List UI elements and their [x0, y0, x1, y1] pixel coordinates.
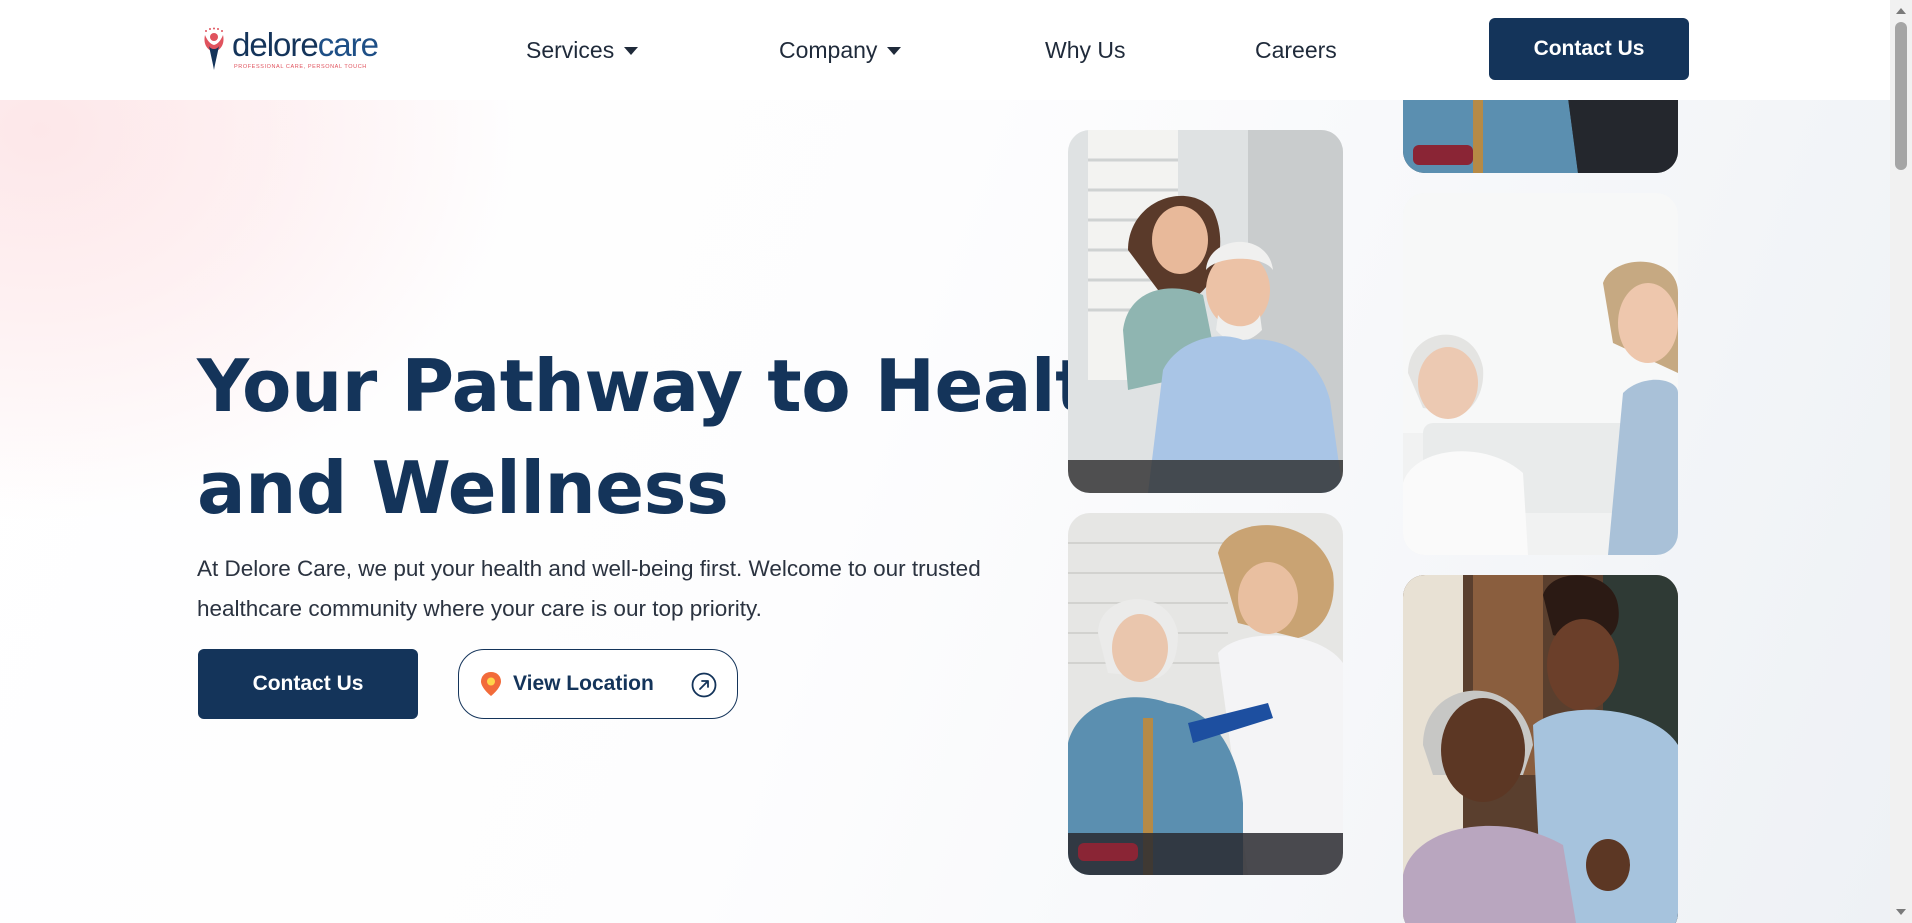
location-pin-icon: [481, 672, 501, 696]
logo-word-second: care: [317, 26, 379, 63]
photo-nurse-with-elderly-woman: [1403, 575, 1678, 923]
logo-word-first: delore: [232, 26, 319, 63]
logo-tagline: PROFESSIONAL CARE, PERSONAL TOUCH: [234, 64, 367, 70]
logo[interactable]: delore care PROFESSIONAL CARE, PERSONAL T…: [197, 26, 382, 72]
caret-down-icon: [887, 47, 902, 55]
hero-section: Your Pathway to Health and Wellness At D…: [0, 100, 1890, 923]
scroll-down-arrow-icon[interactable]: [1896, 909, 1906, 915]
photo-caregiver-woman-cropped: [1403, 100, 1678, 173]
scrollbar-thumb[interactable]: [1895, 22, 1907, 170]
logo-text: delore care PROFESSIONAL CARE, PERSONAL T…: [232, 26, 379, 71]
photo-caregiver-woman-with-cane: [1068, 513, 1343, 875]
nav-company[interactable]: Company: [779, 30, 902, 70]
logo-mark-icon: [204, 27, 224, 70]
nav-careers-label: Careers: [1255, 36, 1337, 63]
hero-title-line-2: and Wellness: [197, 446, 729, 530]
nav-services-label: Services: [526, 36, 615, 63]
site-header: delore care PROFESSIONAL CARE, PERSONAL T…: [0, 0, 1890, 100]
hero-description-line-1: At Delore Care, we put your health and w…: [197, 556, 981, 581]
nav-why-us-label: Why Us: [1045, 36, 1126, 63]
nav-careers[interactable]: Careers: [1255, 30, 1337, 70]
caret-down-icon: [624, 47, 639, 55]
header-contact-button[interactable]: Contact Us: [1489, 18, 1689, 80]
page-scrollbar[interactable]: [1890, 0, 1912, 923]
nav-company-label: Company: [779, 36, 878, 63]
hero-description-line-2: healthcare community where your care is …: [197, 596, 762, 621]
hero-description: At Delore Care, we put your health and w…: [197, 549, 1077, 629]
photo-caregiver-elderly-man: [1068, 130, 1343, 493]
scroll-up-arrow-icon[interactable]: [1896, 8, 1906, 14]
view-location-button[interactable]: View Location: [458, 649, 738, 719]
nav-services[interactable]: Services: [526, 30, 639, 70]
hero-title: Your Pathway to Health and Wellness: [197, 335, 1140, 539]
nav-why-us[interactable]: Why Us: [1045, 30, 1126, 70]
logo-wordmark: delore care: [232, 26, 379, 64]
photo-elderly-woman-with-nurse: [1403, 193, 1678, 555]
arrow-up-right-circle-icon: [691, 672, 717, 698]
hero-title-line-1: Your Pathway to Health: [197, 344, 1140, 428]
view-location-label: View Location: [513, 672, 654, 695]
hero-contact-button[interactable]: Contact Us: [198, 649, 418, 719]
